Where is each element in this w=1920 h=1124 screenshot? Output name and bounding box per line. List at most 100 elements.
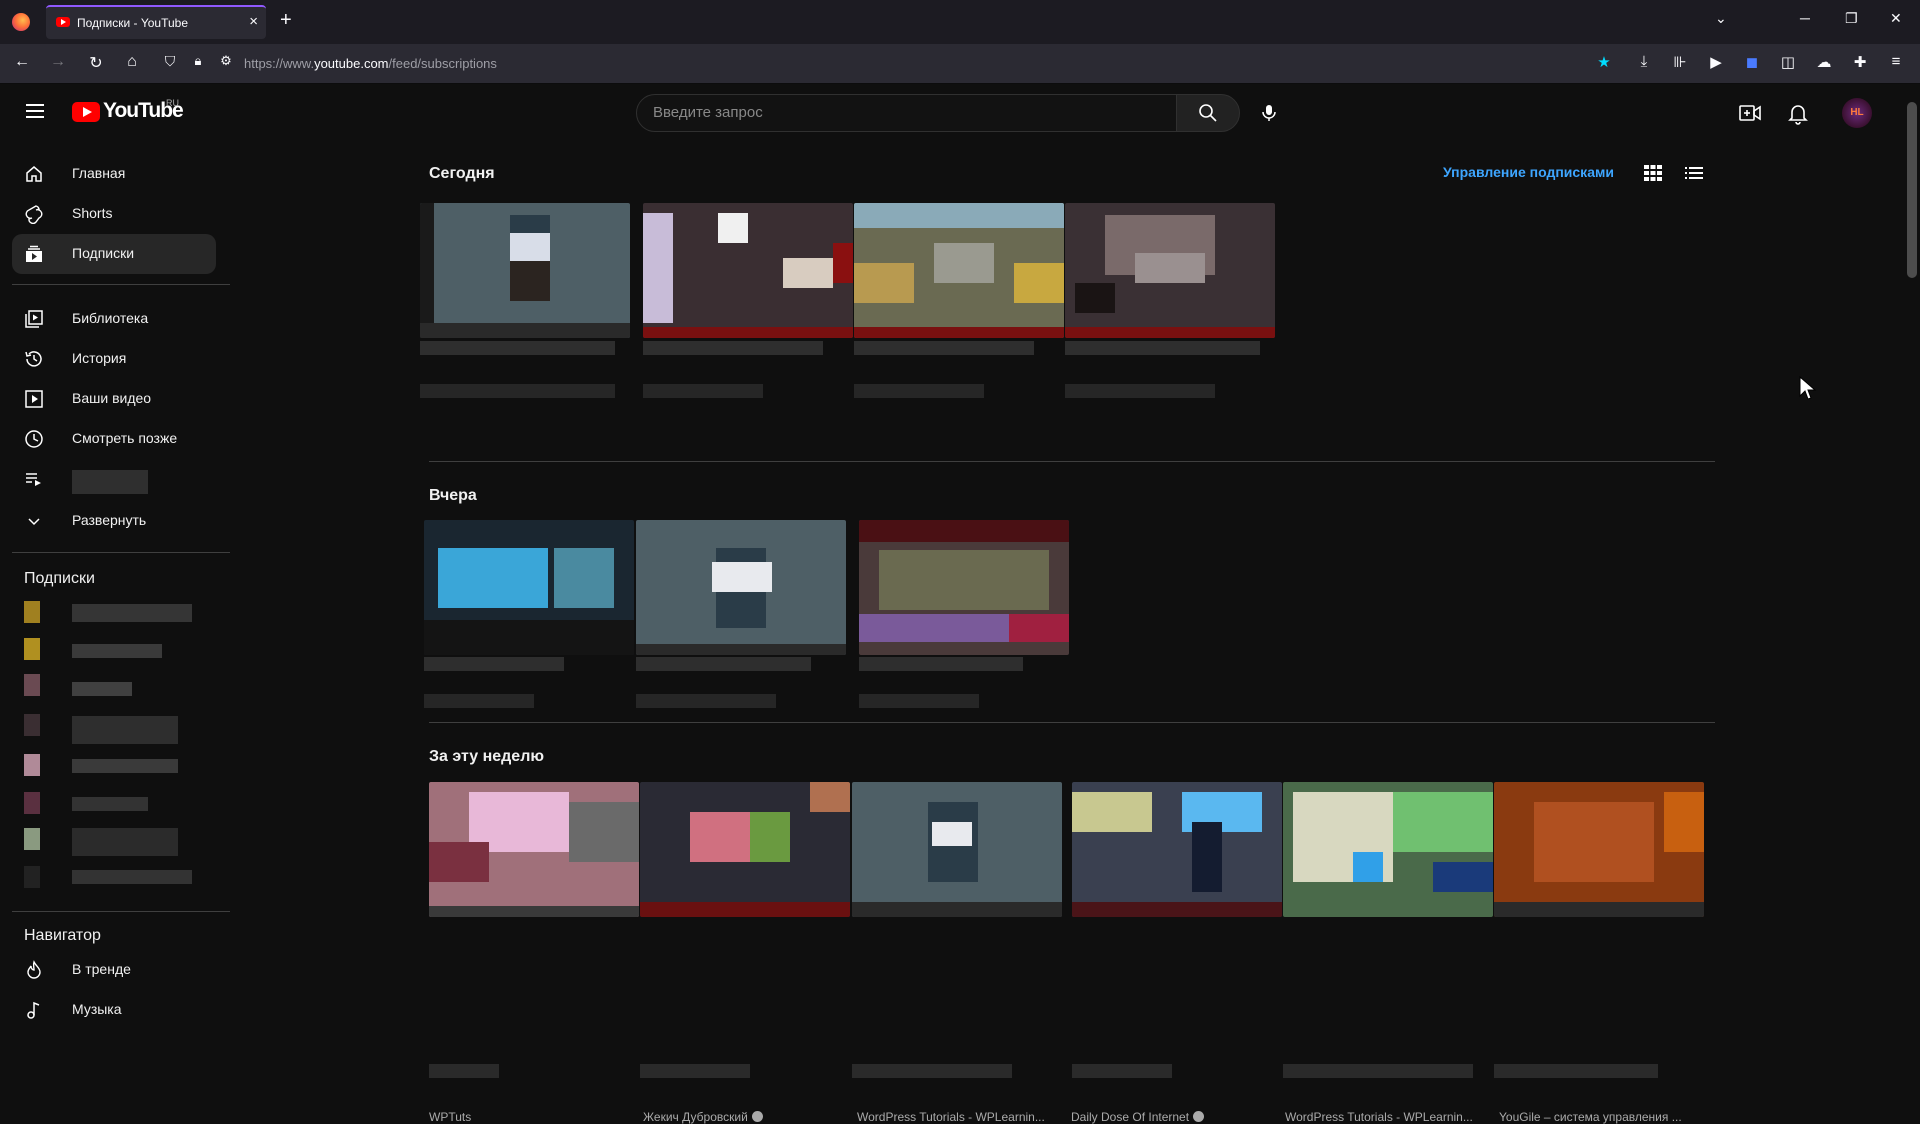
create-video-icon[interactable] — [1738, 101, 1762, 125]
youtube-logo-icon[interactable] — [72, 102, 100, 122]
video-title-blurred[interactable] — [1065, 341, 1260, 355]
video-thumbnail[interactable] — [852, 782, 1062, 917]
reader-view-icon[interactable]: ◫ — [1778, 53, 1798, 71]
channel-name[interactable]: Daily Dose Of Internet — [1071, 1110, 1271, 1124]
search-box[interactable] — [636, 94, 1177, 132]
channel-name-blurred[interactable] — [72, 716, 178, 744]
list-tabs-icon[interactable]: ⌄ — [1715, 10, 1727, 27]
home-icon — [26, 166, 42, 182]
close-tab-icon[interactable]: × — [249, 13, 258, 30]
home-browser-icon[interactable]: ⌂ — [122, 53, 142, 71]
channel-name-blurred[interactable] — [72, 604, 192, 622]
page-scrollbar[interactable] — [1904, 84, 1920, 1050]
media-extension-icon[interactable]: ▶ — [1706, 53, 1726, 71]
back-icon[interactable]: ← — [12, 53, 32, 71]
video-thumbnail[interactable] — [859, 520, 1069, 655]
restore-button[interactable]: ❐ — [1845, 10, 1858, 27]
channel-name[interactable]: Жекич Дубровский — [643, 1110, 843, 1124]
translate-extension-icon[interactable]: ◼ — [1742, 53, 1762, 71]
video-title-blurred[interactable] — [1494, 1064, 1658, 1078]
sidebar-item-shorts[interactable]: Shorts — [12, 194, 216, 234]
video-title-blurred[interactable] — [636, 657, 811, 671]
notifications-bell-icon[interactable] — [1786, 101, 1810, 125]
voice-search-button[interactable] — [1250, 94, 1288, 132]
browser-tab-active[interactable]: Подписки - YouTube × — [46, 5, 266, 39]
channel-name-blurred[interactable] — [72, 870, 192, 884]
video-thumbnail[interactable] — [643, 203, 853, 338]
video-title-blurred[interactable] — [420, 341, 615, 355]
channel-name[interactable]: WPTuts — [429, 1110, 629, 1124]
channel-avatar[interactable] — [24, 866, 40, 888]
channel-name-blurred[interactable] — [72, 797, 148, 811]
channel-avatar[interactable] — [24, 754, 40, 776]
sidebar-item-watch-later[interactable]: Смотреть позже — [12, 419, 216, 459]
video-thumbnail[interactable] — [636, 520, 846, 655]
video-title-blurred[interactable] — [640, 1064, 750, 1078]
video-thumbnail[interactable] — [1283, 782, 1493, 917]
new-tab-button[interactable]: + — [280, 9, 292, 32]
video-thumbnail[interactable] — [1065, 203, 1275, 338]
video-meta-blurred — [424, 694, 534, 708]
channel-name[interactable]: WordPress Tutorials - WPLearnin... — [1285, 1110, 1475, 1124]
channel-avatar[interactable] — [24, 674, 40, 696]
video-title-blurred[interactable] — [424, 657, 564, 671]
account-avatar[interactable]: HL — [1842, 98, 1872, 128]
video-title-blurred[interactable] — [429, 1064, 499, 1078]
video-title-blurred[interactable] — [1072, 1064, 1172, 1078]
sidebar-item-your-videos[interactable]: Ваши видео — [12, 379, 216, 419]
sidebar-item-history[interactable]: История — [12, 339, 216, 379]
channel-avatar[interactable] — [24, 714, 40, 736]
tracking-shield-icon[interactable]: ⛉ — [160, 53, 180, 70]
cloud-extension-icon[interactable]: ☁ — [1814, 53, 1834, 71]
sidebar-item-subscriptions[interactable]: Подписки — [12, 234, 216, 274]
sidebar-item-expand[interactable]: Развернуть — [12, 501, 216, 541]
channel-avatar[interactable] — [24, 792, 40, 814]
channel-name-blurred[interactable] — [72, 759, 178, 773]
channel-name[interactable]: YouGile – система управления ... — [1499, 1110, 1689, 1124]
guide-menu-icon[interactable] — [26, 104, 44, 118]
channel-avatar[interactable] — [24, 638, 40, 660]
manage-subscriptions-link[interactable]: Управление подписками — [1443, 164, 1614, 180]
downloads-icon[interactable]: ⤓ — [1634, 53, 1654, 70]
lock-icon[interactable]: 🔒︎ — [188, 53, 208, 69]
video-thumbnail[interactable] — [424, 520, 634, 655]
video-thumbnail[interactable] — [640, 782, 850, 917]
sidebar-item-playlist[interactable] — [12, 459, 216, 499]
sidebar-item-library[interactable]: Библиотека — [12, 299, 216, 339]
channel-name[interactable]: WordPress Tutorials - WPLearnin... — [857, 1110, 1047, 1124]
ruler-extension-icon[interactable]: ⊪ — [1670, 53, 1690, 71]
sidebar-item-home[interactable]: Главная — [12, 154, 216, 194]
forward-icon[interactable]: → — [48, 53, 68, 71]
video-thumbnail[interactable] — [429, 782, 639, 917]
sidebar-item-music[interactable]: Музыка — [12, 990, 216, 1030]
channel-name-blurred[interactable] — [72, 828, 178, 856]
url-bar[interactable]: https://www.youtube.com/feed/subscriptio… — [244, 56, 497, 71]
list-view-icon[interactable] — [1685, 165, 1703, 181]
search-input[interactable] — [653, 104, 1153, 121]
close-window-button[interactable]: ✕ — [1890, 10, 1902, 27]
channel-avatar[interactable] — [24, 828, 40, 850]
permissions-icon[interactable]: ⚙ — [216, 53, 236, 69]
grid-view-icon[interactable] — [1644, 165, 1662, 181]
video-thumbnail[interactable] — [420, 203, 630, 338]
video-title-blurred[interactable] — [859, 657, 1023, 671]
channel-name-blurred[interactable] — [72, 682, 132, 696]
sidebar-item-trending[interactable]: В тренде — [12, 950, 216, 990]
video-title-blurred[interactable] — [1283, 1064, 1473, 1078]
reload-icon[interactable]: ↻ — [86, 53, 106, 73]
video-thumbnail[interactable] — [854, 203, 1064, 338]
extensions-icon[interactable]: ✚ — [1850, 53, 1870, 71]
channel-avatar[interactable] — [24, 601, 40, 623]
channel-name-blurred[interactable] — [72, 644, 162, 658]
minimize-button[interactable]: ─ — [1800, 10, 1810, 26]
search-button[interactable] — [1176, 94, 1240, 132]
video-thumbnail[interactable] — [1072, 782, 1282, 917]
scrollbar-thumb[interactable] — [1907, 102, 1917, 278]
video-title-blurred[interactable] — [854, 341, 1034, 355]
video-thumbnail[interactable] — [1494, 782, 1704, 917]
video-title-blurred[interactable] — [643, 341, 823, 355]
bookmark-star-icon[interactable]: ★ — [1594, 53, 1614, 71]
video-title-blurred[interactable] — [852, 1064, 1012, 1078]
app-menu-icon[interactable]: ≡ — [1886, 53, 1906, 70]
firefox-logo-icon[interactable] — [12, 13, 30, 31]
